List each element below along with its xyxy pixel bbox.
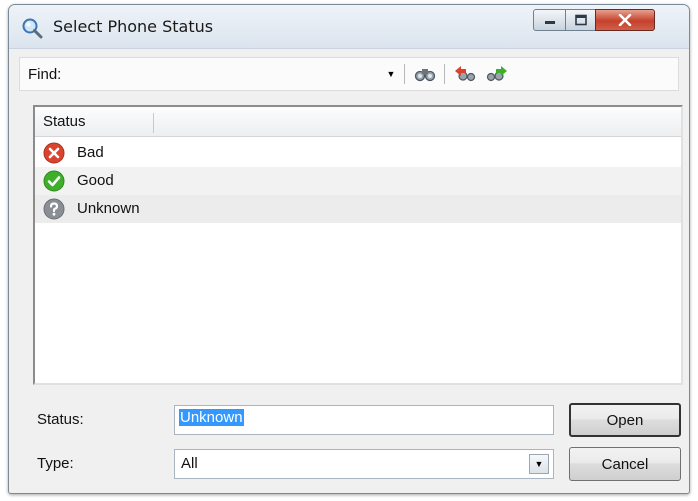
binoculars-icon[interactable] xyxy=(412,62,438,86)
find-next-icon[interactable] xyxy=(484,62,510,86)
find-dropdown-arrow-icon[interactable]: ▼ xyxy=(384,63,398,85)
select-phone-status-dialog: Select Phone Status Find: ▼ Status Bad G… xyxy=(8,4,690,494)
list-item-label: Good xyxy=(77,172,114,189)
list-header: Status xyxy=(35,107,681,137)
list-item-unknown[interactable]: Unknown xyxy=(35,195,681,223)
type-label: Type: xyxy=(37,455,74,472)
maximize-icon xyxy=(566,10,595,30)
toolbar-separator xyxy=(444,64,445,84)
error-red-x-icon xyxy=(43,142,65,164)
column-header-status[interactable]: Status xyxy=(43,113,86,130)
type-select-value: All xyxy=(181,455,198,472)
list-item-label: Unknown xyxy=(77,200,140,217)
type-select[interactable]: All ▼ xyxy=(174,449,554,479)
maximize-button[interactable] xyxy=(565,9,596,31)
cancel-button[interactable]: Cancel xyxy=(569,447,681,481)
close-button[interactable] xyxy=(595,9,655,31)
status-list[interactable]: Status Bad Good Unknown xyxy=(33,105,683,385)
question-gray-icon xyxy=(43,198,65,220)
column-divider[interactable] xyxy=(153,113,154,133)
minimize-button[interactable] xyxy=(533,9,566,31)
window-title: Select Phone Status xyxy=(53,17,214,36)
status-field[interactable]: Unknown xyxy=(174,405,554,435)
list-item-good[interactable]: Good xyxy=(35,167,681,195)
find-toolbar: Find: ▼ xyxy=(19,57,679,91)
find-previous-icon[interactable] xyxy=(452,62,478,86)
title-bar[interactable]: Select Phone Status xyxy=(9,5,689,49)
close-icon xyxy=(596,10,654,30)
minimize-icon xyxy=(534,10,565,30)
status-field-value: Unknown xyxy=(179,409,244,426)
toolbar-separator xyxy=(404,64,405,84)
find-label: Find: xyxy=(28,66,62,83)
magnifier-icon xyxy=(21,17,43,39)
check-green-icon xyxy=(43,170,65,192)
open-button[interactable]: Open xyxy=(569,403,681,437)
list-item-bad[interactable]: Bad xyxy=(35,139,681,167)
chevron-down-icon[interactable]: ▼ xyxy=(529,454,549,474)
list-item-label: Bad xyxy=(77,144,104,161)
find-input[interactable] xyxy=(76,62,380,88)
status-label: Status: xyxy=(37,411,84,428)
